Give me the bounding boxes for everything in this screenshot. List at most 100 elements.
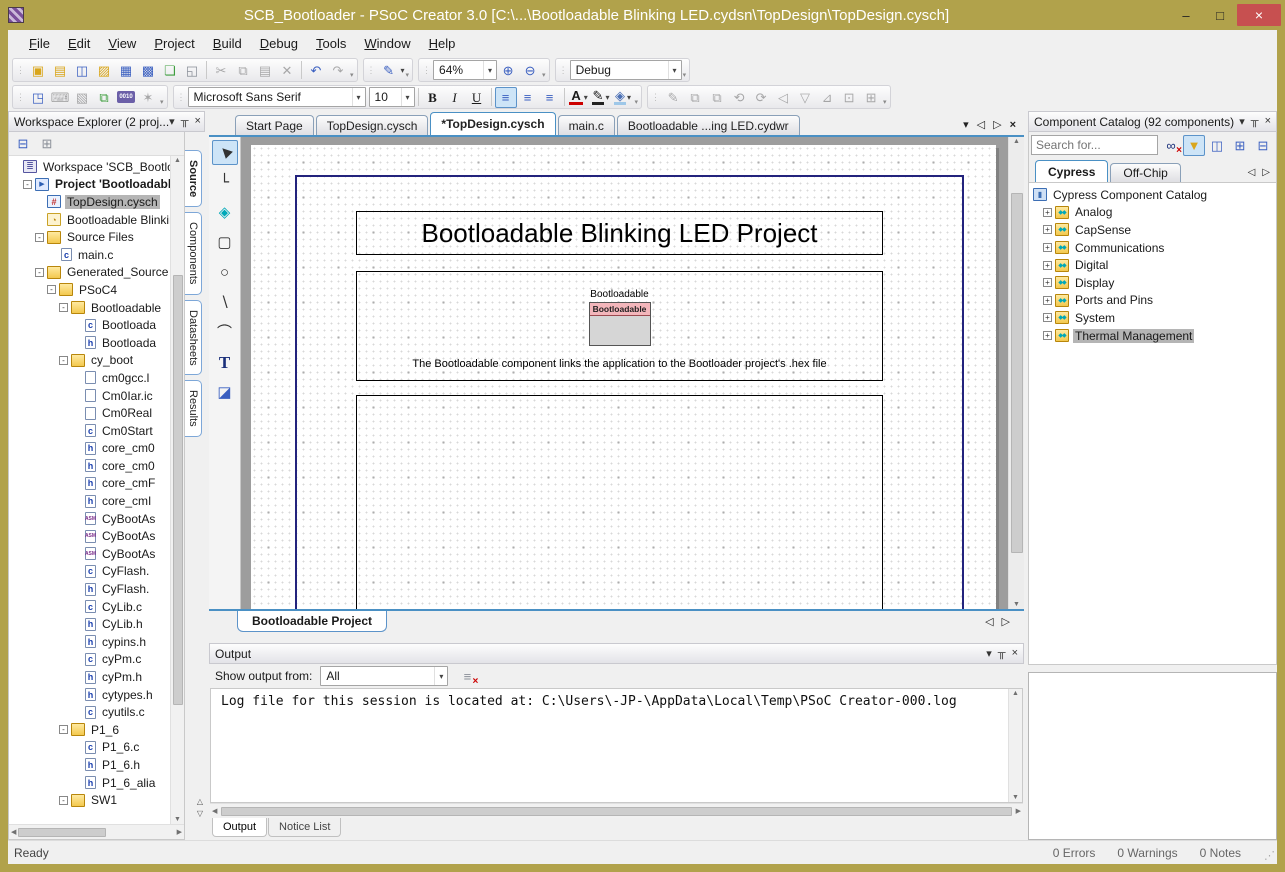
tree-item[interactable]: CyBootAs [9, 545, 170, 563]
flip-vertical-icon[interactable]: ▽ [794, 87, 816, 108]
panel-menu-icon[interactable]: ▾ [986, 647, 992, 660]
underline-icon[interactable]: U [466, 87, 488, 108]
scroll-left-icon[interactable]: ◀ [212, 808, 217, 815]
scroll-down-icon[interactable]: ▼ [174, 816, 181, 823]
tree-item[interactable]: Workspace 'SCB_Bootloader [9, 158, 170, 176]
document-tab[interactable]: main.c [558, 115, 615, 135]
sheet-tab[interactable]: Bootloadable Project [237, 611, 387, 632]
panel-tab[interactable]: Datasheets [185, 300, 202, 376]
expander-icon[interactable]: + [1043, 208, 1052, 217]
tree-item[interactable]: main.c [9, 246, 170, 264]
expander-icon[interactable]: - [59, 303, 68, 312]
search-input[interactable] [1031, 135, 1158, 155]
catalog-tab-right-icon[interactable]: ▷ [1262, 167, 1270, 178]
save-icon[interactable]: ▦ [115, 60, 137, 81]
catalog-tab[interactable]: Cypress [1035, 160, 1108, 182]
tree-item[interactable]: cyutils.c [9, 703, 170, 721]
scroll-down-icon[interactable]: ▼ [1013, 601, 1020, 608]
ellipse-tool-icon[interactable]: ○ [212, 260, 238, 285]
sheet-next-icon[interactable]: ▷ [1002, 615, 1010, 628]
document-tab[interactable]: TopDesign.cysch [316, 115, 429, 135]
text-tool-icon[interactable]: T [212, 350, 238, 375]
zoom-out-icon[interactable]: ⊖ [519, 60, 541, 81]
pin-icon[interactable]: ╥ [1251, 115, 1259, 128]
align-left-icon[interactable]: ≡ [495, 87, 517, 108]
cut-icon[interactable]: ✂ [210, 60, 232, 81]
scroll-up-icon[interactable]: ▲ [1012, 690, 1019, 697]
bold-icon[interactable]: B [422, 87, 444, 108]
expander-icon[interactable]: + [1043, 296, 1052, 305]
shear-icon[interactable]: ⊿ [816, 87, 838, 108]
bring-forward-icon[interactable]: ⧉ [684, 87, 706, 108]
send-backward-icon[interactable]: ⧉ [706, 87, 728, 108]
zoom-combo[interactable]: 64% ▾ [433, 60, 497, 80]
schematic-page[interactable]: Bootloadable Blinking LED Project Bootlo… [251, 145, 996, 609]
tree-item[interactable]: cytypes.h [9, 686, 170, 704]
scroll-right-icon[interactable]: ▶ [1016, 808, 1021, 815]
workspace-hscrollbar[interactable]: ◀ ▶ [9, 824, 184, 839]
tree-item[interactable]: P1_6.c [9, 739, 170, 757]
tree-item[interactable]: - cy_boot [9, 352, 170, 370]
menu-item[interactable]: Help [420, 32, 465, 55]
bootloadable-component[interactable]: Bootloadable [589, 302, 651, 346]
scroll-thumb[interactable] [18, 828, 106, 837]
tree-item[interactable]: CyFlash. [9, 580, 170, 598]
tab-scroll-left-icon[interactable]: ◁ [977, 118, 985, 131]
panel-close-icon[interactable]: × [195, 115, 201, 128]
panel-tab[interactable]: Source [185, 150, 202, 207]
rotate-left-icon[interactable]: ⟲ [728, 87, 750, 108]
tree-item[interactable]: cypins.h [9, 633, 170, 651]
align-right-icon[interactable]: ≡ [539, 87, 561, 108]
tree-item[interactable]: cm0gcc.l [9, 369, 170, 387]
font-size-combo[interactable]: 10 ▾ [369, 87, 415, 107]
arc-tool-icon[interactable]: ⌒ [212, 320, 238, 345]
rectangle-tool-icon[interactable]: ▢ [212, 230, 238, 255]
diamond-tool-icon[interactable]: ◈ [212, 200, 238, 225]
tree-item[interactable]: - Generated_Source [9, 264, 170, 282]
tree-item[interactable]: Cm0Iar.ic [9, 387, 170, 405]
expander-icon[interactable]: + [1043, 331, 1052, 340]
expander-icon[interactable]: - [59, 356, 68, 365]
line-tool-icon[interactable]: ∖ [212, 290, 238, 315]
tree-item[interactable]: - PSoC4 [9, 281, 170, 299]
tree-item[interactable]: CyLib.h [9, 615, 170, 633]
format-painter-icon[interactable]: ✎ [662, 87, 684, 108]
catalog-tab[interactable]: Off-Chip [1110, 163, 1180, 182]
wire-tool-icon[interactable]: └ [212, 170, 238, 195]
expander-icon[interactable]: - [35, 268, 44, 277]
toolbar-overflow-icon[interactable]: ▾ [160, 98, 164, 106]
catalog-tab-left-icon[interactable]: ◁ [1248, 167, 1256, 178]
output-filter-combo[interactable]: All ▾ [320, 666, 448, 686]
font-name-combo[interactable]: Microsoft Sans Serif ▾ [188, 87, 366, 107]
output-vscrollbar[interactable]: ▲ ▼ [1008, 689, 1022, 802]
tree-item[interactable]: - Source Files [9, 228, 170, 246]
scroll-down-icon[interactable]: ▼ [1012, 794, 1019, 801]
clear-search-icon[interactable]: ∞ [1160, 135, 1182, 156]
catalog-category[interactable]: + Ports and Pins [1029, 292, 1276, 310]
expand-all-icon[interactable]: ⊞ [1229, 135, 1251, 156]
tab-menu-icon[interactable]: ▾ [963, 118, 969, 131]
catalog-root-item[interactable]: Cypress Component Catalog [1029, 186, 1276, 204]
output-log[interactable]: Log file for this session is located at:… [210, 688, 1023, 803]
expander-icon[interactable]: + [1043, 225, 1052, 234]
tree-item[interactable]: TopDesign.cysch [9, 193, 170, 211]
catalog-category[interactable]: + System [1029, 309, 1276, 327]
debug-bug-icon[interactable]: ✶ [137, 87, 159, 108]
panel-close-icon[interactable]: × [1012, 647, 1018, 660]
tree-item[interactable]: Bootloadable Blinking [9, 211, 170, 229]
scroll-thumb[interactable] [221, 807, 1011, 816]
chevron-down-icon[interactable]: ▾ [401, 66, 405, 75]
tab-close-icon[interactable]: × [1010, 119, 1016, 131]
scroll-up-icon[interactable]: ▲ [1013, 138, 1020, 145]
expander-icon[interactable]: + [1043, 243, 1052, 252]
paste-icon[interactable]: ▤ [254, 60, 276, 81]
scroll-right-icon[interactable]: ▶ [177, 829, 182, 836]
open-folder-icon[interactable]: ▨ [93, 60, 115, 81]
save-all-icon[interactable]: ▩ [137, 60, 159, 81]
clear-output-icon[interactable]: ≡ [456, 666, 478, 687]
expander-icon[interactable]: - [47, 285, 56, 294]
copy-firmware-icon[interactable]: ⧉ [93, 87, 115, 108]
output-hscrollbar[interactable]: ◀ ▶ [210, 803, 1023, 818]
panel-tab[interactable]: Components [185, 212, 202, 294]
rotate-right-icon[interactable]: ⟳ [750, 87, 772, 108]
